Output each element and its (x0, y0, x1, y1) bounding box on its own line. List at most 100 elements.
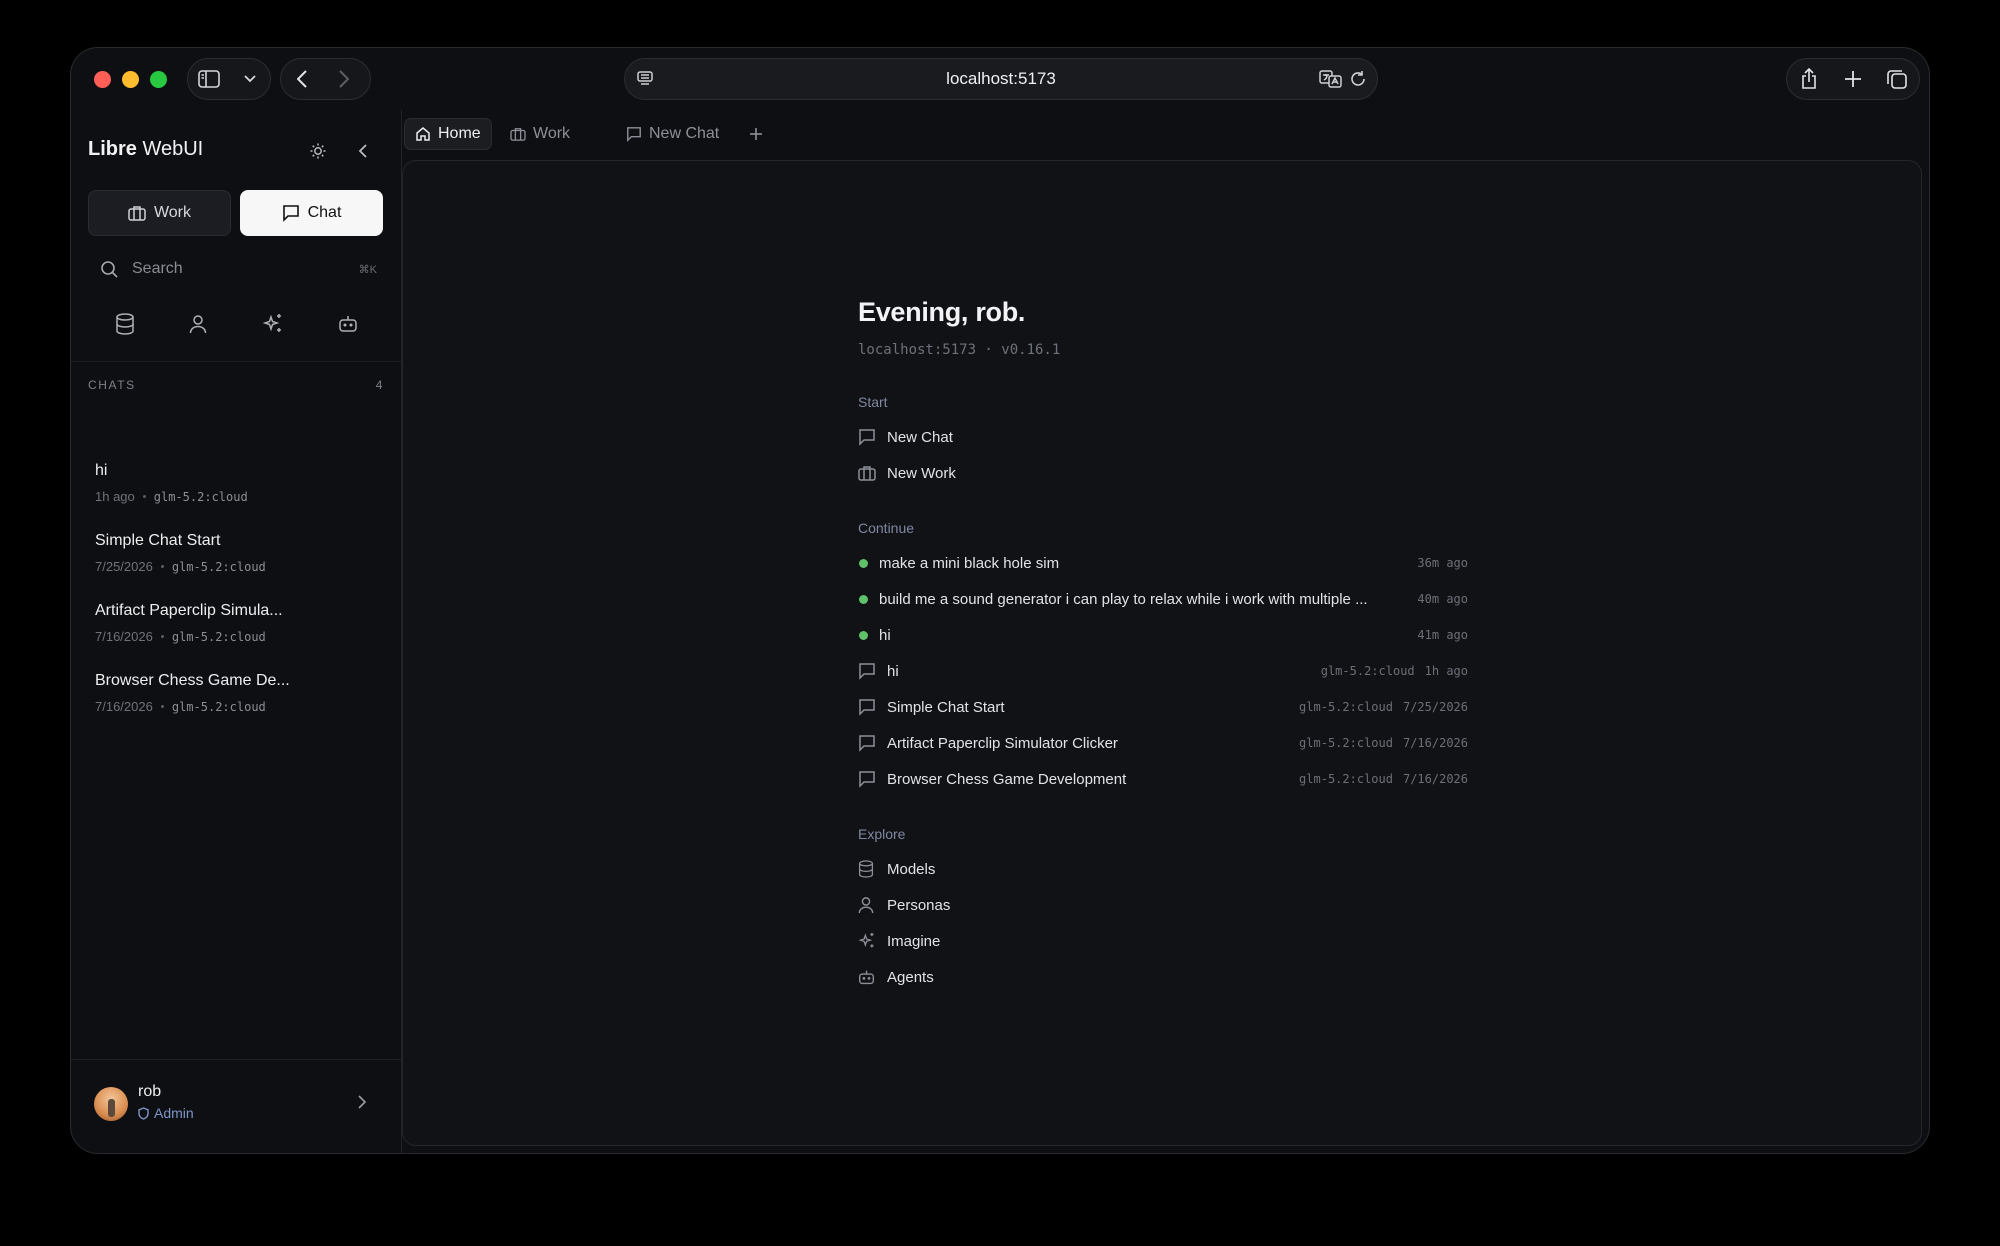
tab-work-label: Work (533, 125, 571, 142)
main-panel: Evening, rob. localhost:5173 · v0.16.1 S… (402, 160, 1922, 1146)
sidebar-divider (71, 361, 401, 362)
chat-model: glm-5.2:cloud (171, 629, 266, 644)
app-sidebar: Libre WebUI Work Chat Search ⌘K CHATS 4 … (71, 110, 402, 1153)
chat-bubble-icon (859, 699, 875, 716)
sidebar-tools (88, 304, 385, 344)
chat-title: Simple Chat Start (95, 532, 221, 549)
new-tab-plus-icon[interactable] (1832, 59, 1874, 99)
chat-list-item[interactable]: hi 1h ago glm-5.2:cloud (95, 462, 385, 504)
chat-title: hi (887, 662, 899, 680)
recent-chat-item[interactable]: Browser Chess Game Development glm-5.2:c… (858, 761, 1468, 797)
search-placeholder: Search (132, 260, 183, 277)
meta-separator (160, 705, 164, 708)
briefcase-icon (128, 206, 146, 221)
briefcase-icon (510, 128, 526, 141)
chat-title: Simple Chat Start (887, 698, 1005, 716)
tab-new-chat[interactable]: New Chat (616, 118, 729, 150)
user-profile-button[interactable]: rob Admin (94, 1083, 384, 1127)
search-input[interactable]: Search ⌘K (88, 250, 385, 288)
chat-title: Artifact Paperclip Simula... (95, 602, 283, 619)
database-icon (858, 860, 874, 878)
recent-chat-item[interactable]: Artifact Paperclip Simulator Clicker glm… (858, 725, 1468, 761)
reload-icon[interactable] (1349, 69, 1367, 89)
chat-list-item[interactable]: Simple Chat Start 7/25/2026 glm-5.2:cloud (95, 532, 385, 574)
address-bar[interactable]: localhost:5173 (624, 58, 1378, 100)
tab-work[interactable]: Work (500, 118, 580, 150)
forward-arrow-icon[interactable] (323, 59, 365, 99)
chat-time: 7/16/2026 (1402, 772, 1468, 786)
history-nav-group (280, 58, 371, 100)
work-mode-button[interactable]: Work (88, 190, 231, 236)
chevron-down-icon[interactable] (229, 59, 270, 99)
chats-count: 4 (375, 378, 384, 392)
chats-section-header: CHATS 4 (88, 378, 384, 392)
maximize-window-button[interactable] (150, 71, 167, 88)
explore-personas-link[interactable]: Personas (858, 887, 1468, 923)
explore-imagine-link[interactable]: Imagine (858, 923, 1468, 959)
task-title: make a mini black hole sim (879, 554, 1060, 572)
chat-bubble-icon (627, 127, 641, 142)
explore-section-label: Explore (858, 826, 906, 842)
chat-model: glm-5.2:cloud (171, 699, 266, 714)
explore-models-link[interactable]: Models (858, 851, 1468, 887)
tab-bar: Home Work New Chat (402, 110, 1929, 152)
agents-bot-icon[interactable] (338, 314, 358, 334)
meta-separator (160, 565, 164, 568)
running-task-item[interactable]: build me a sound generator i can play to… (858, 581, 1468, 617)
window-actions-group (1786, 58, 1920, 100)
agents-label: Agents (887, 968, 934, 986)
chat-model: glm-5.2:cloud (1299, 700, 1393, 714)
start-section-label: Start (858, 394, 888, 410)
running-task-item[interactable]: hi 41m ago (858, 617, 1468, 653)
translate-icon[interactable] (1319, 69, 1343, 89)
running-task-item[interactable]: make a mini black hole sim 36m ago (858, 545, 1468, 581)
explore-agents-link[interactable]: Agents (858, 959, 1468, 995)
chat-mode-label: Chat (307, 204, 342, 221)
recent-chat-item[interactable]: Simple Chat Start glm-5.2:cloud 7/25/2026 (858, 689, 1468, 725)
chat-title: Browser Chess Game De... (95, 672, 290, 689)
chat-model: glm-5.2:cloud (1299, 736, 1393, 750)
new-work-link[interactable]: New Work (858, 455, 1468, 491)
tab-home[interactable]: Home (404, 118, 492, 150)
recent-chat-item[interactable]: hi glm-5.2:cloud 1h ago (858, 653, 1468, 689)
url-text[interactable]: localhost:5173 (625, 69, 1377, 89)
new-chat-link[interactable]: New Chat (858, 419, 1468, 455)
home-icon (416, 127, 430, 141)
chat-list-item[interactable]: Browser Chess Game De... 7/16/2026 glm-5.… (95, 672, 385, 714)
task-time: 41m ago (1417, 628, 1468, 642)
imagine-sparkles-icon[interactable] (262, 313, 284, 335)
collapse-sidebar-chevron-icon[interactable] (348, 136, 378, 166)
brand-name-bold: Libre (88, 138, 137, 160)
theme-toggle-sun-icon[interactable] (303, 136, 333, 166)
avatar (94, 1087, 128, 1121)
chat-time: 1h ago (1424, 664, 1468, 678)
personas-label: Personas (887, 896, 951, 914)
brand-logo: Libre WebUI (88, 138, 203, 161)
new-chat-label: New Chat (887, 428, 953, 446)
chat-list-item[interactable]: Artifact Paperclip Simula... 7/16/2026 gl… (95, 602, 385, 644)
chats-heading: CHATS (88, 378, 136, 392)
browser-window: localhost:5173 Libre WebUI Work Chat Sea… (70, 47, 1930, 1154)
new-work-label: New Work (887, 464, 956, 482)
chat-model: glm-5.2:cloud (153, 489, 248, 504)
tab-overview-icon[interactable] (1876, 59, 1918, 99)
minimize-window-button[interactable] (122, 71, 139, 88)
chat-time: 7/25/2026 (1402, 700, 1468, 714)
bot-icon (859, 970, 874, 984)
personas-user-icon[interactable] (189, 314, 207, 334)
chat-time: 7/16/2026 (95, 629, 153, 644)
add-tab-button[interactable] (739, 118, 773, 150)
sidebar-toggle-icon[interactable] (188, 59, 229, 99)
back-arrow-icon[interactable] (281, 59, 323, 99)
search-icon (101, 261, 118, 278)
share-icon[interactable] (1788, 59, 1830, 99)
chat-title: hi (95, 462, 108, 479)
user-icon (858, 897, 874, 914)
brand-name-rest: WebUI (136, 138, 204, 160)
page-title: Evening, rob. (858, 297, 1026, 327)
chat-mode-button[interactable]: Chat (240, 190, 383, 236)
chat-title: Artifact Paperclip Simulator Clicker (887, 734, 1118, 752)
home-content: Evening, rob. localhost:5173 · v0.16.1 S… (858, 297, 1468, 995)
models-database-icon[interactable] (115, 313, 135, 335)
close-window-button[interactable] (94, 71, 111, 88)
